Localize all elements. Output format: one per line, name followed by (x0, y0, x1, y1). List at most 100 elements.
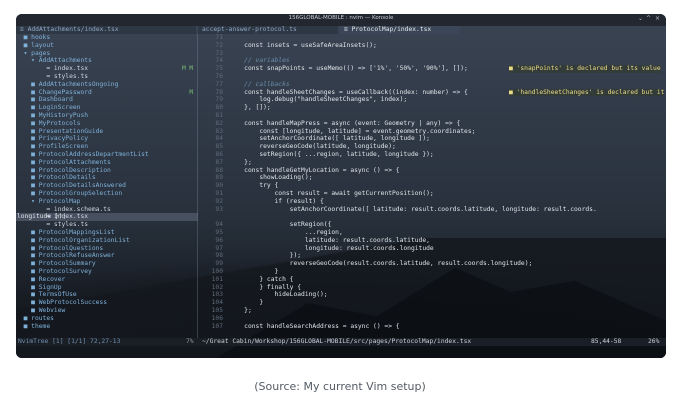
tree-folder[interactable]: ■ theme (16, 323, 198, 331)
line-number: 78 (215, 88, 223, 96)
code-line: setRegion({ ...region, latitude, longitu… (229, 151, 434, 158)
tree-folder[interactable]: ■ ProtocolAddressDepartmentList (16, 151, 198, 159)
tree-folder[interactable]: ■ ProtocolAttachments (16, 159, 198, 167)
line-number: 87 (215, 158, 223, 166)
line-number: 102 (211, 283, 223, 291)
tab-add-attachments[interactable]: ≡ AddAttachments/index.tsx (16, 26, 196, 34)
tree-folder[interactable]: ■ Dashboard (16, 96, 198, 104)
line-number: 94 (215, 221, 223, 229)
tree-folder[interactable]: ■ LoginScreen (16, 104, 198, 112)
tree-folder[interactable]: ■ layout (16, 42, 198, 50)
tree-folder[interactable]: ■ ProtocolRefuseAnswer (16, 252, 198, 260)
line-number: 81 (215, 112, 223, 119)
line-number: 106 (211, 314, 223, 322)
tree-file[interactable]: ≈ styles.ts (16, 221, 198, 229)
line-number: 71 (215, 34, 223, 41)
tree-folder[interactable]: ■ WebProtocolSuccess (16, 299, 198, 307)
tree-folder[interactable]: ■ ProtocolDetails (16, 174, 198, 182)
tree-folder[interactable]: ■ Recover (16, 276, 198, 284)
code-line: } catch { (229, 275, 294, 283)
code-line: const handleSheetChanges = useCallback((… (229, 88, 468, 96)
code-line: } (229, 268, 279, 275)
tree-folder[interactable]: ■ hooks (16, 34, 198, 42)
close-icon[interactable]: × (655, 15, 660, 22)
file-tree-panel[interactable]: ■ hooks ■ layout ▾ pages ▾ AddAttachment… (16, 34, 198, 338)
code-line: const handleGetMyLocation = async () => … (229, 166, 400, 174)
code-line: showLoading(); (229, 174, 313, 182)
tree-folder[interactable]: ▾ ProtocolMap (16, 198, 198, 206)
tree-folder[interactable]: ▾ pages (16, 50, 198, 58)
code-line: } (229, 299, 264, 307)
maximize-icon[interactable]: ^ (646, 15, 651, 22)
tree-folder[interactable]: ■ Webview (16, 307, 198, 315)
code-line: const [longitude, latitude] = event.geom… (229, 127, 476, 135)
line-number: 105 (211, 307, 223, 314)
code-line: if (result) { (229, 197, 324, 205)
code-line: longitude }); (17, 213, 67, 221)
tree-folder[interactable]: ■ PresentationGuide (16, 128, 198, 136)
line-number: 84 (215, 135, 223, 143)
tree-folder[interactable]: ■ ProtocolOrganizationList (16, 237, 198, 245)
nvim-editor[interactable]: ≡ AddAttachments/index.tsx accept-answer… (16, 26, 666, 346)
code-line: }; (229, 307, 252, 314)
tree-folder[interactable]: ■ MyHistoryPush (16, 112, 198, 120)
code-line: const snapPoints = useMemo(() => ['1%', … (229, 65, 468, 73)
tree-folder[interactable]: ■ PrivacyPolicy (16, 135, 198, 143)
code-line: try { (229, 182, 279, 190)
code-line: }; (229, 158, 252, 166)
code-line: const result = await getCurrentPosition(… (229, 190, 434, 197)
tree-folder[interactable]: ■ ProtocolMappingsList (16, 229, 198, 237)
code-line: reverseGeoCode(latitude, longitude); (229, 143, 396, 151)
tabline: ≡ AddAttachments/index.tsx accept-answer… (16, 26, 666, 34)
line-number: 107 (211, 322, 223, 330)
line-number: 97 (215, 244, 223, 252)
tree-folder[interactable]: ■ ProtocolSurvey (16, 268, 198, 276)
line-number: 88 (215, 166, 223, 174)
statusline-tree-info: NvimTree [1] [1/1] 72,27-13 (18, 338, 121, 345)
line-number: 75 (215, 65, 223, 73)
line-number: 100 (211, 268, 223, 275)
code-line: ...region, (229, 229, 343, 236)
code-line: const insets = useSafeAreaInsets(); (229, 41, 377, 49)
tree-file[interactable]: ≈ index.schema.ts (16, 206, 198, 214)
tab-protocol-map[interactable]: ≡ ProtocolMap/index.tsx (340, 26, 460, 34)
line-number: 99 (215, 260, 223, 268)
line-number: 79 (215, 96, 223, 104)
tree-folder[interactable]: ■ ProtocolDescription (16, 167, 198, 175)
code-buffer[interactable]: 71 72 const insets = useSafeAreaInsets();… (17, 34, 666, 338)
tree-folder[interactable]: ▾ AddAttachments (16, 57, 198, 65)
line-number: 90 (215, 182, 223, 190)
statusline-cursor-position: 85,44-58 (591, 338, 622, 345)
code-line: setAnchorCoordinate([ latitude: result.c… (229, 205, 597, 213)
line-number: 98 (215, 252, 223, 260)
line-number: 82 (215, 119, 223, 127)
code-line: setRegion({ (229, 221, 332, 229)
git-status-badge: M M (182, 65, 193, 73)
tree-file[interactable]: ≈ index.tsx (16, 65, 198, 73)
tree-folder[interactable]: ■ routes (16, 315, 198, 323)
minimize-icon[interactable]: ⌄ (638, 15, 643, 22)
tree-folder[interactable]: ■ MyProtocols (16, 120, 198, 128)
diagnostic-virtual-text: ■ 'handleSheetChanges' is declared but i… (509, 88, 665, 97)
statusline-tree-percent: 7% (186, 338, 194, 345)
line-number: 95 (215, 229, 223, 236)
tree-folder[interactable]: ■ ProtocolQuestions (16, 245, 198, 253)
tree-folder[interactable]: ■ ChangePassword (16, 89, 198, 97)
tree-file[interactable]: ≈ styles.ts (16, 73, 198, 81)
tab-accept-answer-protocol[interactable]: accept-answer-protocol.ts (198, 26, 338, 34)
image-caption: (Source: My current Vim setup) (254, 380, 426, 393)
statusline-file-percent: 26% (648, 338, 660, 345)
tree-folder[interactable]: ■ SignUp (16, 284, 198, 292)
line-number: 76 (215, 73, 223, 80)
tree-folder[interactable]: ■ AddAttachmentsOngoing (16, 81, 198, 89)
code-line: log.debug("handleSheetChanges", index); (229, 96, 408, 104)
tree-folder[interactable]: ■ ProtocolDetailsAnswered (16, 182, 198, 190)
line-number: 96 (215, 236, 223, 244)
code-line: setAnchorCoordinate([ latitude, longitud… (229, 135, 430, 143)
tree-folder[interactable]: ■ ProfileScreen (16, 143, 198, 151)
tree-folder[interactable]: ■ ProtocolGroupSelection (16, 190, 198, 198)
tree-folder[interactable]: ■ TermsOfUse (16, 291, 198, 299)
tree-folder[interactable]: ■ ProtocolSummary (16, 260, 198, 268)
line-number: 72 (215, 41, 223, 49)
line-number: 91 (215, 190, 223, 197)
